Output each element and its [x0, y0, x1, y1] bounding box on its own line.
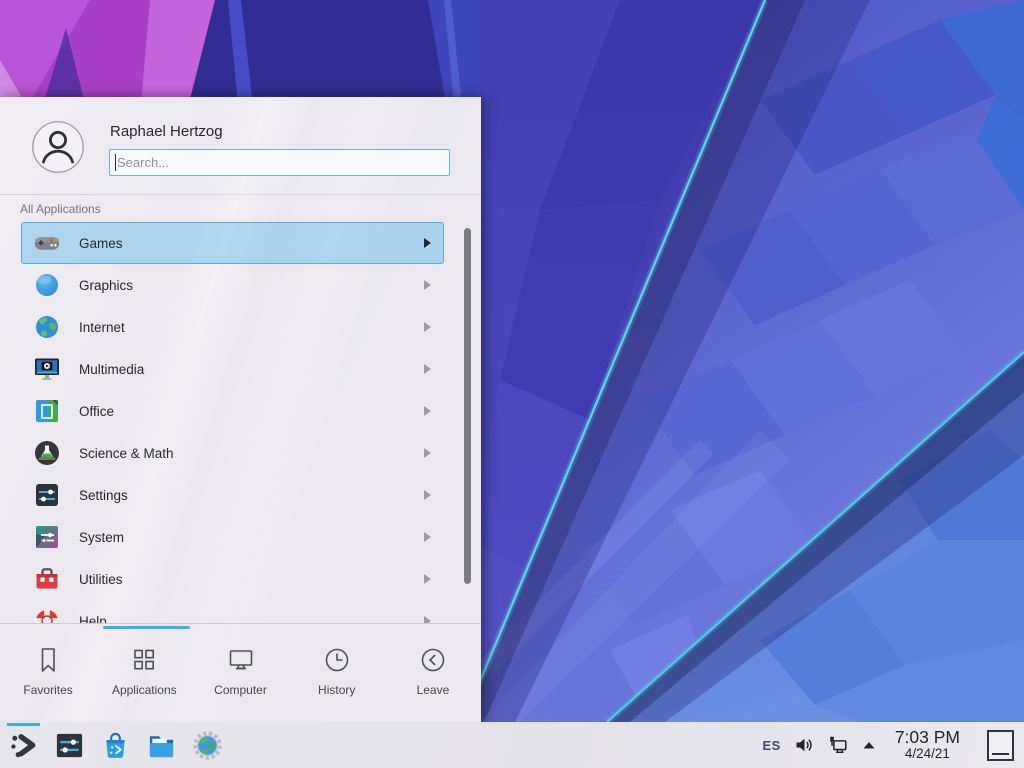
scrollbar[interactable]: [464, 222, 471, 623]
category-internet[interactable]: Internet: [21, 306, 444, 348]
submenu-arrow-icon: [424, 364, 431, 374]
category-office[interactable]: Office: [21, 390, 444, 432]
clock-time: 7:03 PM: [895, 728, 960, 747]
category-label: Internet: [79, 320, 424, 335]
leave-icon: [418, 645, 448, 675]
text-caret: [115, 154, 116, 171]
system-icon: [33, 523, 61, 551]
globe-gear-icon: [192, 730, 223, 761]
volume-icon[interactable]: [794, 735, 814, 755]
launcher-active-indicator: [7, 723, 40, 726]
clock-icon: [322, 645, 352, 675]
category-label: Graphics: [79, 278, 424, 293]
tab-computer[interactable]: Computer: [192, 624, 288, 722]
sphere-icon: [33, 271, 61, 299]
system-settings-button[interactable]: [53, 729, 86, 762]
monitor-icon: [226, 645, 256, 675]
flask-icon: [33, 439, 61, 467]
category-list: Games Graphics: [0, 222, 481, 623]
category-help[interactable]: Help: [21, 600, 444, 623]
tab-label: Computer: [214, 683, 267, 697]
category-label: Settings: [79, 488, 424, 503]
settings-sliders-icon: [54, 730, 85, 761]
show-desktop-button[interactable]: [987, 730, 1014, 761]
submenu-arrow-icon: [424, 322, 431, 332]
scrollbar-thumb[interactable]: [464, 228, 471, 584]
category-settings[interactable]: Settings: [21, 474, 444, 516]
category-utilities[interactable]: Utilities: [21, 558, 444, 600]
category-science-math[interactable]: Science & Math: [21, 432, 444, 474]
clock-date: 4/24/21: [895, 747, 960, 762]
expand-tray-arrow-icon[interactable]: [862, 740, 876, 750]
tab-leave[interactable]: Leave: [385, 624, 481, 722]
category-label: Games: [79, 236, 424, 251]
submenu-arrow-icon: [424, 574, 431, 584]
desktop: Raphael Hertzog All Applications: [0, 0, 1024, 768]
category-label: Utilities: [79, 572, 424, 587]
category-label: Multimedia: [79, 362, 424, 377]
submenu-arrow-icon: [424, 280, 431, 290]
multimedia-icon: [33, 355, 61, 383]
avatar[interactable]: [32, 121, 84, 173]
file-manager-button[interactable]: [145, 729, 178, 762]
submenu-arrow-icon: [424, 616, 431, 623]
network-icon[interactable]: [827, 734, 849, 756]
category-label: System: [79, 530, 424, 545]
tab-applications[interactable]: Applications: [96, 624, 192, 722]
kde-kickoff-icon: [8, 730, 39, 761]
application-launcher-button[interactable]: [7, 729, 40, 762]
document-icon: [33, 397, 61, 425]
system-tray: ES 7:03 PM: [762, 728, 1014, 762]
category-label: Help: [79, 614, 424, 624]
toolbox-icon: [33, 565, 61, 593]
globe-icon: [33, 313, 61, 341]
submenu-arrow-icon: [424, 490, 431, 500]
category-graphics[interactable]: Graphics: [21, 264, 444, 306]
tab-label: Leave: [417, 683, 450, 697]
category-system[interactable]: System: [21, 516, 444, 558]
taskbar: ES 7:03 PM: [0, 722, 1024, 768]
tab-history[interactable]: History: [289, 624, 385, 722]
gamepad-icon: [33, 229, 61, 257]
application-launcher-menu: Raphael Hertzog All Applications: [0, 97, 481, 722]
category-multimedia[interactable]: Multimedia: [21, 348, 444, 390]
sliders-icon: [33, 481, 61, 509]
search-input[interactable]: [109, 149, 450, 176]
user-name: Raphael Hertzog: [110, 123, 449, 140]
active-tab-indicator: [103, 626, 190, 629]
category-label: Office: [79, 404, 424, 419]
folder-icon: [146, 730, 177, 761]
category-label: Science & Math: [79, 446, 424, 461]
category-games[interactable]: Games: [21, 222, 444, 264]
software-bag-icon: [100, 730, 131, 761]
lifebuoy-icon: [33, 607, 61, 623]
keyboard-layout-indicator[interactable]: ES: [762, 738, 780, 753]
grid-icon: [129, 645, 159, 675]
submenu-arrow-icon: [424, 448, 431, 458]
launcher-footer-tabs: Favorites Applications: [0, 623, 481, 722]
discover-button[interactable]: [99, 729, 132, 762]
section-label: All Applications: [0, 195, 481, 222]
tab-label: History: [318, 683, 355, 697]
submenu-arrow-icon: [424, 532, 431, 542]
tab-favorites[interactable]: Favorites: [0, 624, 96, 722]
bookmark-icon: [33, 645, 63, 675]
web-browser-button[interactable]: [191, 729, 224, 762]
tab-label: Applications: [112, 683, 177, 697]
submenu-arrow-icon: [424, 238, 431, 248]
tab-label: Favorites: [23, 683, 72, 697]
submenu-arrow-icon: [424, 406, 431, 416]
digital-clock[interactable]: 7:03 PM 4/24/21: [895, 728, 960, 762]
launcher-header: Raphael Hertzog: [0, 97, 481, 194]
